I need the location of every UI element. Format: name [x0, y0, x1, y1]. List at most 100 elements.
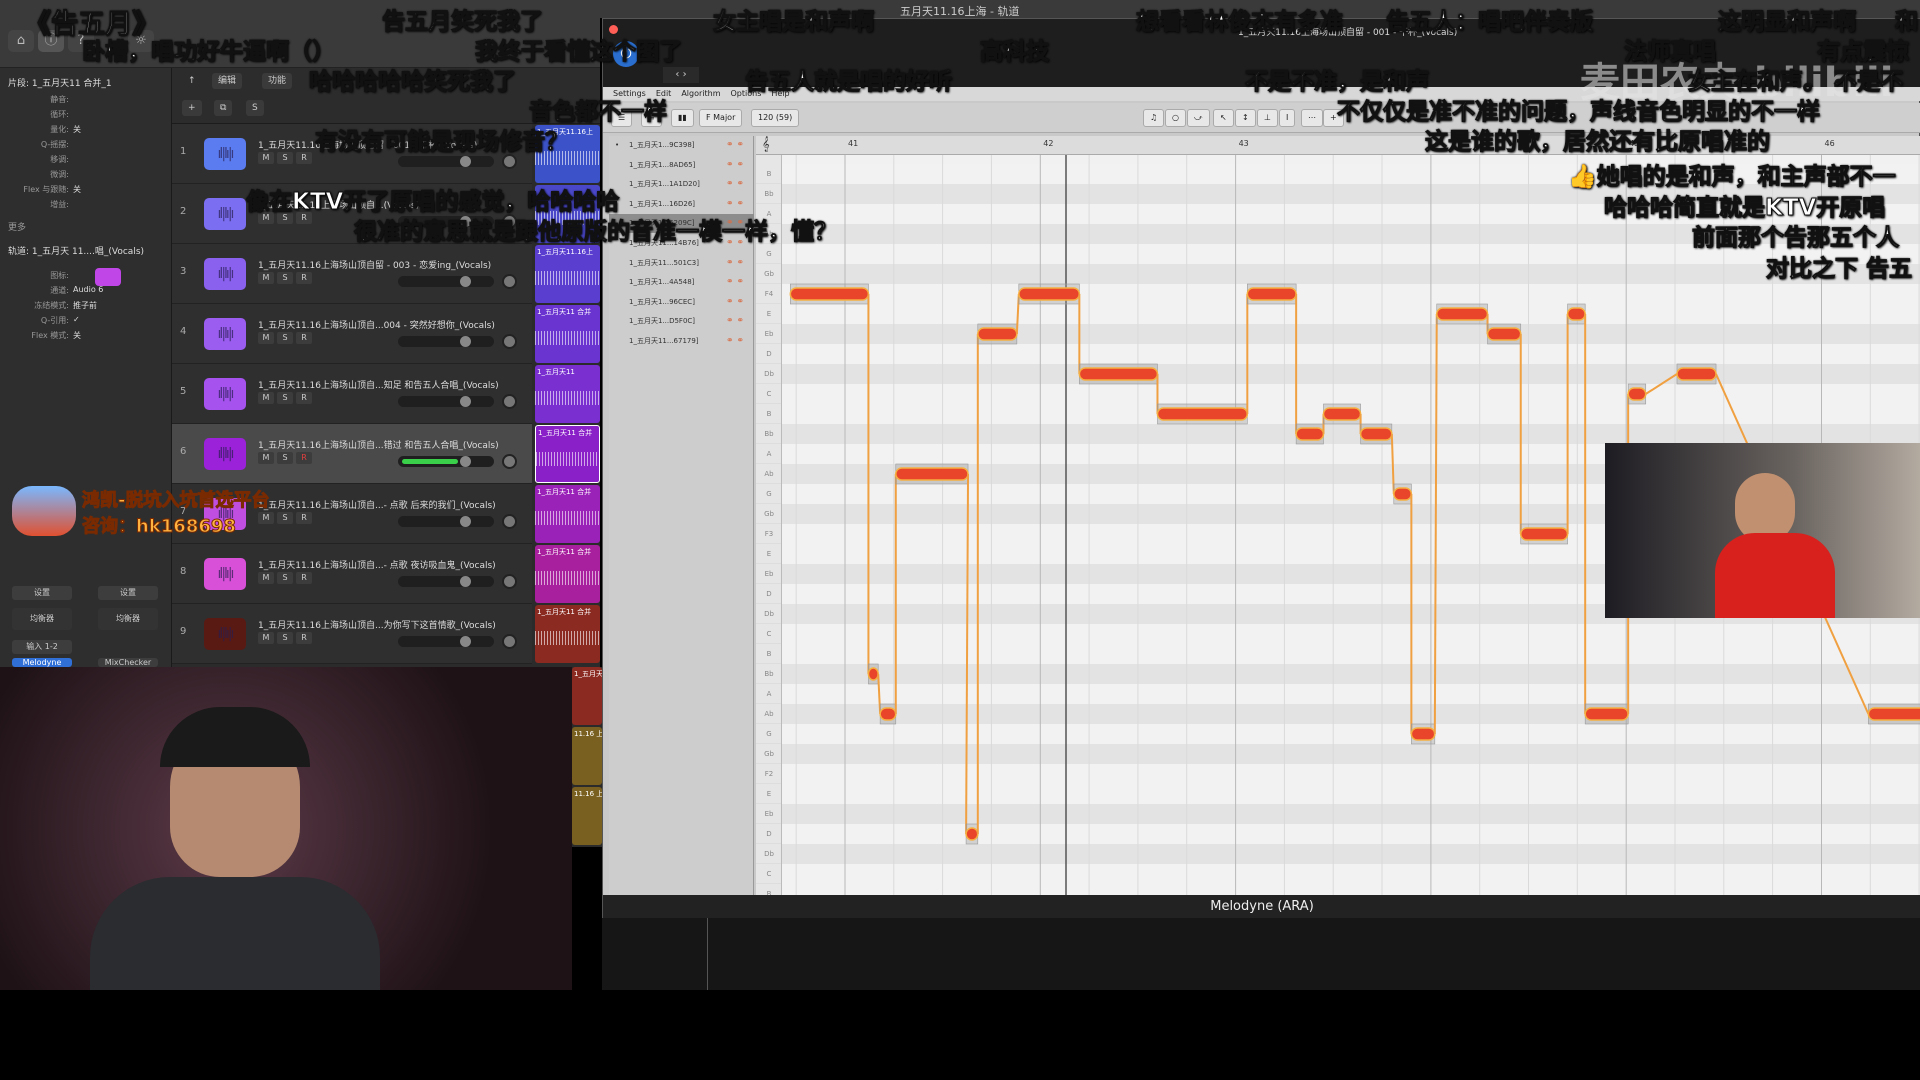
link-icon[interactable]: ⚭ ⚭: [726, 332, 744, 351]
row-value[interactable]: [73, 94, 159, 105]
audio-region[interactable]: 1_五月天11.16上: [535, 245, 600, 303]
row-value[interactable]: 关: [73, 124, 159, 135]
link-icon[interactable]: ⚭ ⚭: [726, 312, 744, 331]
track-row[interactable]: 3 ıl|lı|ı 1_五月天11.16上海场山顶自留 - 003 - 恋爱ing_…: [172, 244, 532, 304]
track-name[interactable]: 1_五月天11.16上海场山顶自...- 点歌 夜访吸血鬼_(Vocals): [258, 558, 496, 571]
mute-button[interactable]: M: [258, 272, 274, 284]
mixchecker-plugin-slot[interactable]: MixChecker: [98, 658, 158, 667]
settings-button-left[interactable]: 设置: [12, 586, 72, 600]
row-value[interactable]: 关: [73, 330, 159, 341]
inspector-row[interactable]: 量化: 关: [0, 124, 159, 135]
volume-fader[interactable]: [398, 396, 494, 407]
nav-arrows[interactable]: ‹ ›: [663, 67, 699, 83]
track-row[interactable]: 8 ıl|lı|ı 1_五月天11.16上海场山顶自...- 点歌 夜访吸血鬼_(V…: [172, 544, 532, 604]
row-value[interactable]: [73, 109, 159, 120]
inspector-row[interactable]: 通道: Audio 6: [0, 285, 159, 296]
add-track-button[interactable]: +: [182, 100, 202, 116]
solo-button[interactable]: S: [277, 392, 293, 404]
audio-region[interactable]: 1_五月天11 合并: [535, 545, 600, 603]
pitch-drift-icon[interactable]: ⤻: [1187, 109, 1210, 127]
waveform-icon[interactable]: ıl|lı|ı: [204, 558, 246, 590]
snap-icon[interactable]: ○: [1165, 109, 1186, 127]
blob-list-item[interactable]: 1_五月天11...67179] ⚭ ⚭: [609, 332, 754, 351]
audio-region[interactable]: 1_五月天11 合并: [535, 305, 600, 363]
pitch-tool-icon[interactable]: ↕: [1235, 109, 1256, 127]
audio-region[interactable]: 11.16 上: [572, 787, 602, 845]
global-solo-button[interactable]: S: [246, 100, 264, 116]
inspector-row[interactable]: Flex 模式: 关: [0, 330, 159, 341]
track-name[interactable]: 1_五月天11.16上海场山顶自...错过 和告五人合唱_(Vocals): [258, 438, 499, 451]
audio-region[interactable]: 1_五月天11: [535, 365, 600, 423]
waveform-icon[interactable]: ıl|lı|ı: [204, 138, 246, 170]
functions-menu[interactable]: 功能: [262, 73, 293, 89]
audio-region[interactable]: 1_五月天11 合并: [572, 667, 602, 725]
mute-button[interactable]: M: [258, 452, 274, 464]
blob-list-item[interactable]: 1_五月天1...8AD65] ⚭ ⚭: [609, 156, 754, 175]
track-inspector-header[interactable]: 轨道: 1_五月天 11....唱_(Vocals): [8, 244, 144, 257]
track-name[interactable]: 1_五月天11.16上海场山顶自...004 - 突然好想你_(Vocals): [258, 318, 495, 331]
fader-knob[interactable]: [460, 576, 471, 587]
input-button[interactable]: 输入 1-2: [12, 640, 72, 654]
fader-knob[interactable]: [460, 516, 471, 527]
blob-list-item[interactable]: 1_五月天1...96CEC] ⚭ ⚭: [609, 293, 754, 312]
volume-fader[interactable]: [398, 276, 494, 287]
waveform-icon[interactable]: ıl|lı|ı: [204, 198, 246, 230]
record-button[interactable]: R: [296, 452, 312, 464]
link-icon[interactable]: ⚭ ⚭: [726, 156, 744, 175]
track-row[interactable]: 6 ıl|lı|ı 1_五月天11.16上海场山顶自...错过 和告五人合唱_(Vo…: [172, 424, 532, 484]
track-row[interactable]: 4 ıl|lı|ı 1_五月天11.16上海场山顶自...004 - 突然好想你_(…: [172, 304, 532, 364]
settings-button-right[interactable]: 设置: [98, 586, 158, 600]
amplitude-tool-icon[interactable]: I: [1279, 109, 1296, 127]
waveform-icon[interactable]: ıl|lı|ı: [204, 378, 246, 410]
main-tool-icon[interactable]: ↖: [1213, 109, 1234, 127]
formant-tool-icon[interactable]: ⊥: [1257, 109, 1278, 127]
inspector-row[interactable]: 移调:: [0, 154, 159, 165]
record-button[interactable]: R: [296, 392, 312, 404]
row-value[interactable]: 关: [73, 184, 159, 195]
waveform-icon[interactable]: ıl|lı|ı: [204, 618, 246, 650]
volume-fader[interactable]: [398, 336, 494, 347]
eq-button-right[interactable]: 均衡器: [98, 608, 158, 630]
blob-list-item[interactable]: 1_五月天1...16D26] ⚭ ⚭: [609, 195, 754, 214]
eq-button-left[interactable]: 均衡器: [12, 608, 72, 630]
waveform-icon[interactable]: ıl|lı|ı: [204, 438, 246, 470]
pan-knob[interactable]: [502, 394, 517, 409]
pitch-snap-icon[interactable]: ♫: [1143, 109, 1165, 127]
link-icon[interactable]: ⚭ ⚭: [726, 195, 744, 214]
record-button[interactable]: R: [296, 332, 312, 344]
track-row[interactable]: 9 ıl|lı|ı 1_五月天11.16上海场山顶自...为你写下这首情歌_(Voc…: [172, 604, 532, 664]
row-value[interactable]: ✓: [73, 315, 159, 326]
inspector-row[interactable]: Q-引用: ✓: [0, 315, 159, 326]
treble-clef-icon[interactable]: 𝄞: [762, 137, 770, 152]
record-button[interactable]: R: [296, 632, 312, 644]
track-row[interactable]: 5 ıl|lı|ı 1_五月天11.16上海场山顶自...知足 和告五人合唱_(Vo…: [172, 364, 532, 424]
mute-button[interactable]: M: [258, 332, 274, 344]
solo-button[interactable]: S: [277, 272, 293, 284]
back-arrow-icon[interactable]: ↑: [182, 73, 202, 89]
row-value[interactable]: 推子前: [73, 300, 159, 311]
blob-list-item[interactable]: 1_五月天1...4A548] ⚭ ⚭: [609, 273, 754, 292]
record-button[interactable]: R: [296, 152, 312, 164]
audio-region[interactable]: 1_五月天11 合并: [535, 605, 600, 663]
blob-list-item[interactable]: 1_五月天11...501C3] ⚭ ⚭: [609, 254, 754, 273]
volume-fader[interactable]: [398, 516, 494, 527]
track-name[interactable]: 1_五月天11.16上海场山顶自留 - 003 - 恋爱ing_(Vocals): [258, 258, 491, 271]
solo-button[interactable]: S: [277, 572, 293, 584]
inspector-row[interactable]: 图标:: [0, 270, 159, 281]
row-value[interactable]: [73, 270, 159, 281]
inspector-row[interactable]: 循环:: [0, 109, 159, 120]
mute-button[interactable]: M: [258, 392, 274, 404]
mute-button[interactable]: M: [258, 152, 274, 164]
row-value[interactable]: [73, 154, 159, 165]
blob-list-item[interactable]: 1_五月天1...1A1D20] ⚭ ⚭: [609, 175, 754, 194]
volume-fader[interactable]: [398, 636, 494, 647]
scale-icon[interactable]: ▮▮: [671, 109, 694, 127]
inspector-row[interactable]: Flex 与跟随: 关: [0, 184, 159, 195]
volume-fader[interactable]: [398, 576, 494, 587]
solo-button[interactable]: S: [277, 452, 293, 464]
fader-knob[interactable]: [460, 276, 471, 287]
track-name[interactable]: 1_五月天11.16上海场山顶自...为你写下这首情歌_(Vocals): [258, 618, 496, 631]
blob-list-item[interactable]: 1_五月天1...9C398] ⚭ ⚭ •: [609, 136, 754, 155]
pan-knob[interactable]: [502, 634, 517, 649]
fader-knob[interactable]: [460, 636, 471, 647]
